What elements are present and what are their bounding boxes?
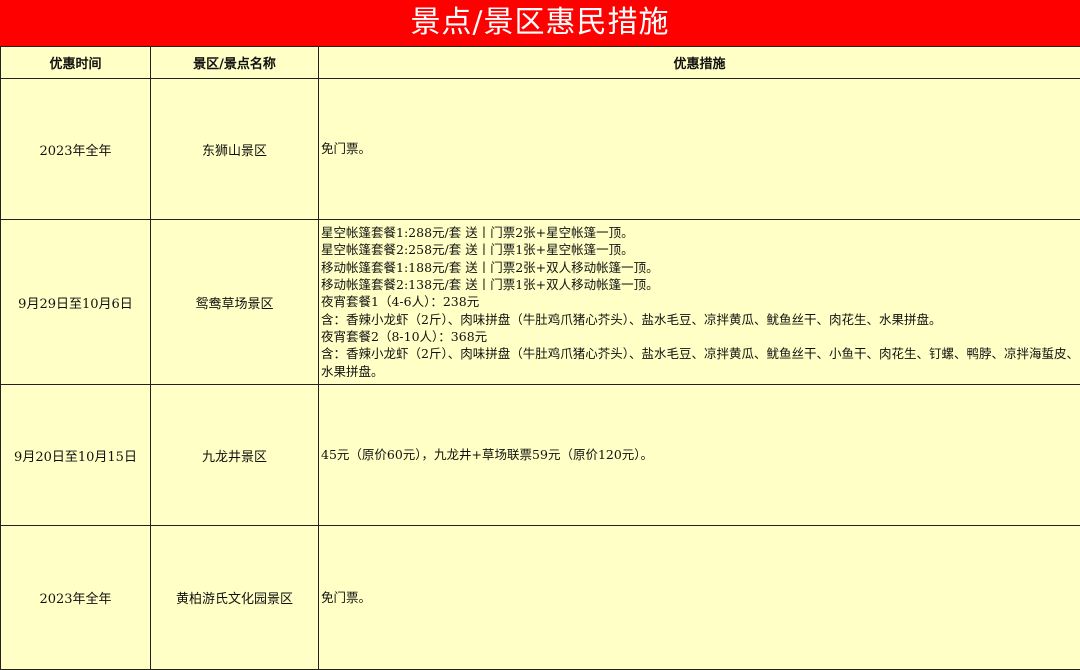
cell-name: 九龙井景区 <box>150 384 319 526</box>
header-measures: 优惠措施 <box>318 46 1080 79</box>
measure-line: 夜宵套餐1（4-6人）：238元 <box>321 294 480 310</box>
measure-line: 夜宵套餐2（8-10人）：368元 <box>321 328 488 344</box>
cell-time: 9月20日至10月15日 <box>0 384 151 526</box>
table-row: 9月20日至10月15日 九龙井景区 45元（原价60元），九龙井+草场联票59… <box>0 384 1080 526</box>
table-row: 2023年全年 东狮山景区 免门票。 <box>0 78 1080 220</box>
cell-measures: 星空帐篷套餐1:288元/套 送丨门票2张+星空帐篷一顶。 星空帐篷套餐2:25… <box>318 219 1080 385</box>
cell-time: 2023年全年 <box>0 78 151 220</box>
cell-measures: 免门票。 <box>318 525 1080 670</box>
measure-line: 45元（原价60元），九龙井+草场联票59元（原价120元）。 <box>321 447 654 463</box>
table-row: 2023年全年 黄柏游氏文化园景区 免门票。 <box>0 525 1080 670</box>
cell-name: 黄柏游氏文化园景区 <box>150 525 319 670</box>
cell-name: 鸳鸯草场景区 <box>150 219 319 385</box>
header-row: 优惠时间 景区/景点名称 优惠措施 <box>0 46 1080 79</box>
promotions-table: 优惠时间 景区/景点名称 优惠措施 2023年全年 东狮山景区 免门票。 9月2… <box>0 46 1080 670</box>
measure-line: 含：香辣小龙虾（2斤）、肉味拼盘（牛肚鸡爪猪心芥头）、盐水毛豆、凉拌黄瓜、鱿鱼丝… <box>321 346 1079 379</box>
measure-line: 含：香辣小龙虾（2斤）、肉味拼盘（牛肚鸡爪猪心芥头）、盐水毛豆、凉拌黄瓜、鱿鱼丝… <box>321 311 942 327</box>
header-name: 景区/景点名称 <box>150 46 319 79</box>
table-row: 9月29日至10月6日 鸳鸯草场景区 星空帐篷套餐1:288元/套 送丨门票2张… <box>0 219 1080 385</box>
sheet-title: 景点/景区惠民措施 <box>0 0 1080 46</box>
header-time: 优惠时间 <box>0 46 151 79</box>
measure-line: 星空帐篷套餐2:258元/套 送丨门票1张+星空帐篷一顶。 <box>321 242 634 258</box>
measure-line: 移动帐篷套餐1:188元/套 送丨门票2张+双人移动帐篷一顶。 <box>321 259 659 275</box>
measure-line: 星空帐篷套餐1:288元/套 送丨门票2张+星空帐篷一顶。 <box>321 225 634 241</box>
cell-measures: 45元（原价60元），九龙井+草场联票59元（原价120元）。 <box>318 384 1080 526</box>
cell-name: 东狮山景区 <box>150 78 319 220</box>
measure-line: 免门票。 <box>321 141 372 157</box>
spreadsheet: 景点/景区惠民措施 优惠时间 景区/景点名称 优惠措施 2023年全年 东狮山景… <box>0 0 1080 670</box>
measure-line: 移动帐篷套餐2:138元/套 送丨门票1张+双人移动帐篷一顶。 <box>321 277 659 293</box>
cell-time: 9月29日至10月6日 <box>0 219 151 385</box>
measure-line: 免门票。 <box>321 589 372 605</box>
cell-time: 2023年全年 <box>0 525 151 670</box>
cell-measures: 免门票。 <box>318 78 1080 220</box>
